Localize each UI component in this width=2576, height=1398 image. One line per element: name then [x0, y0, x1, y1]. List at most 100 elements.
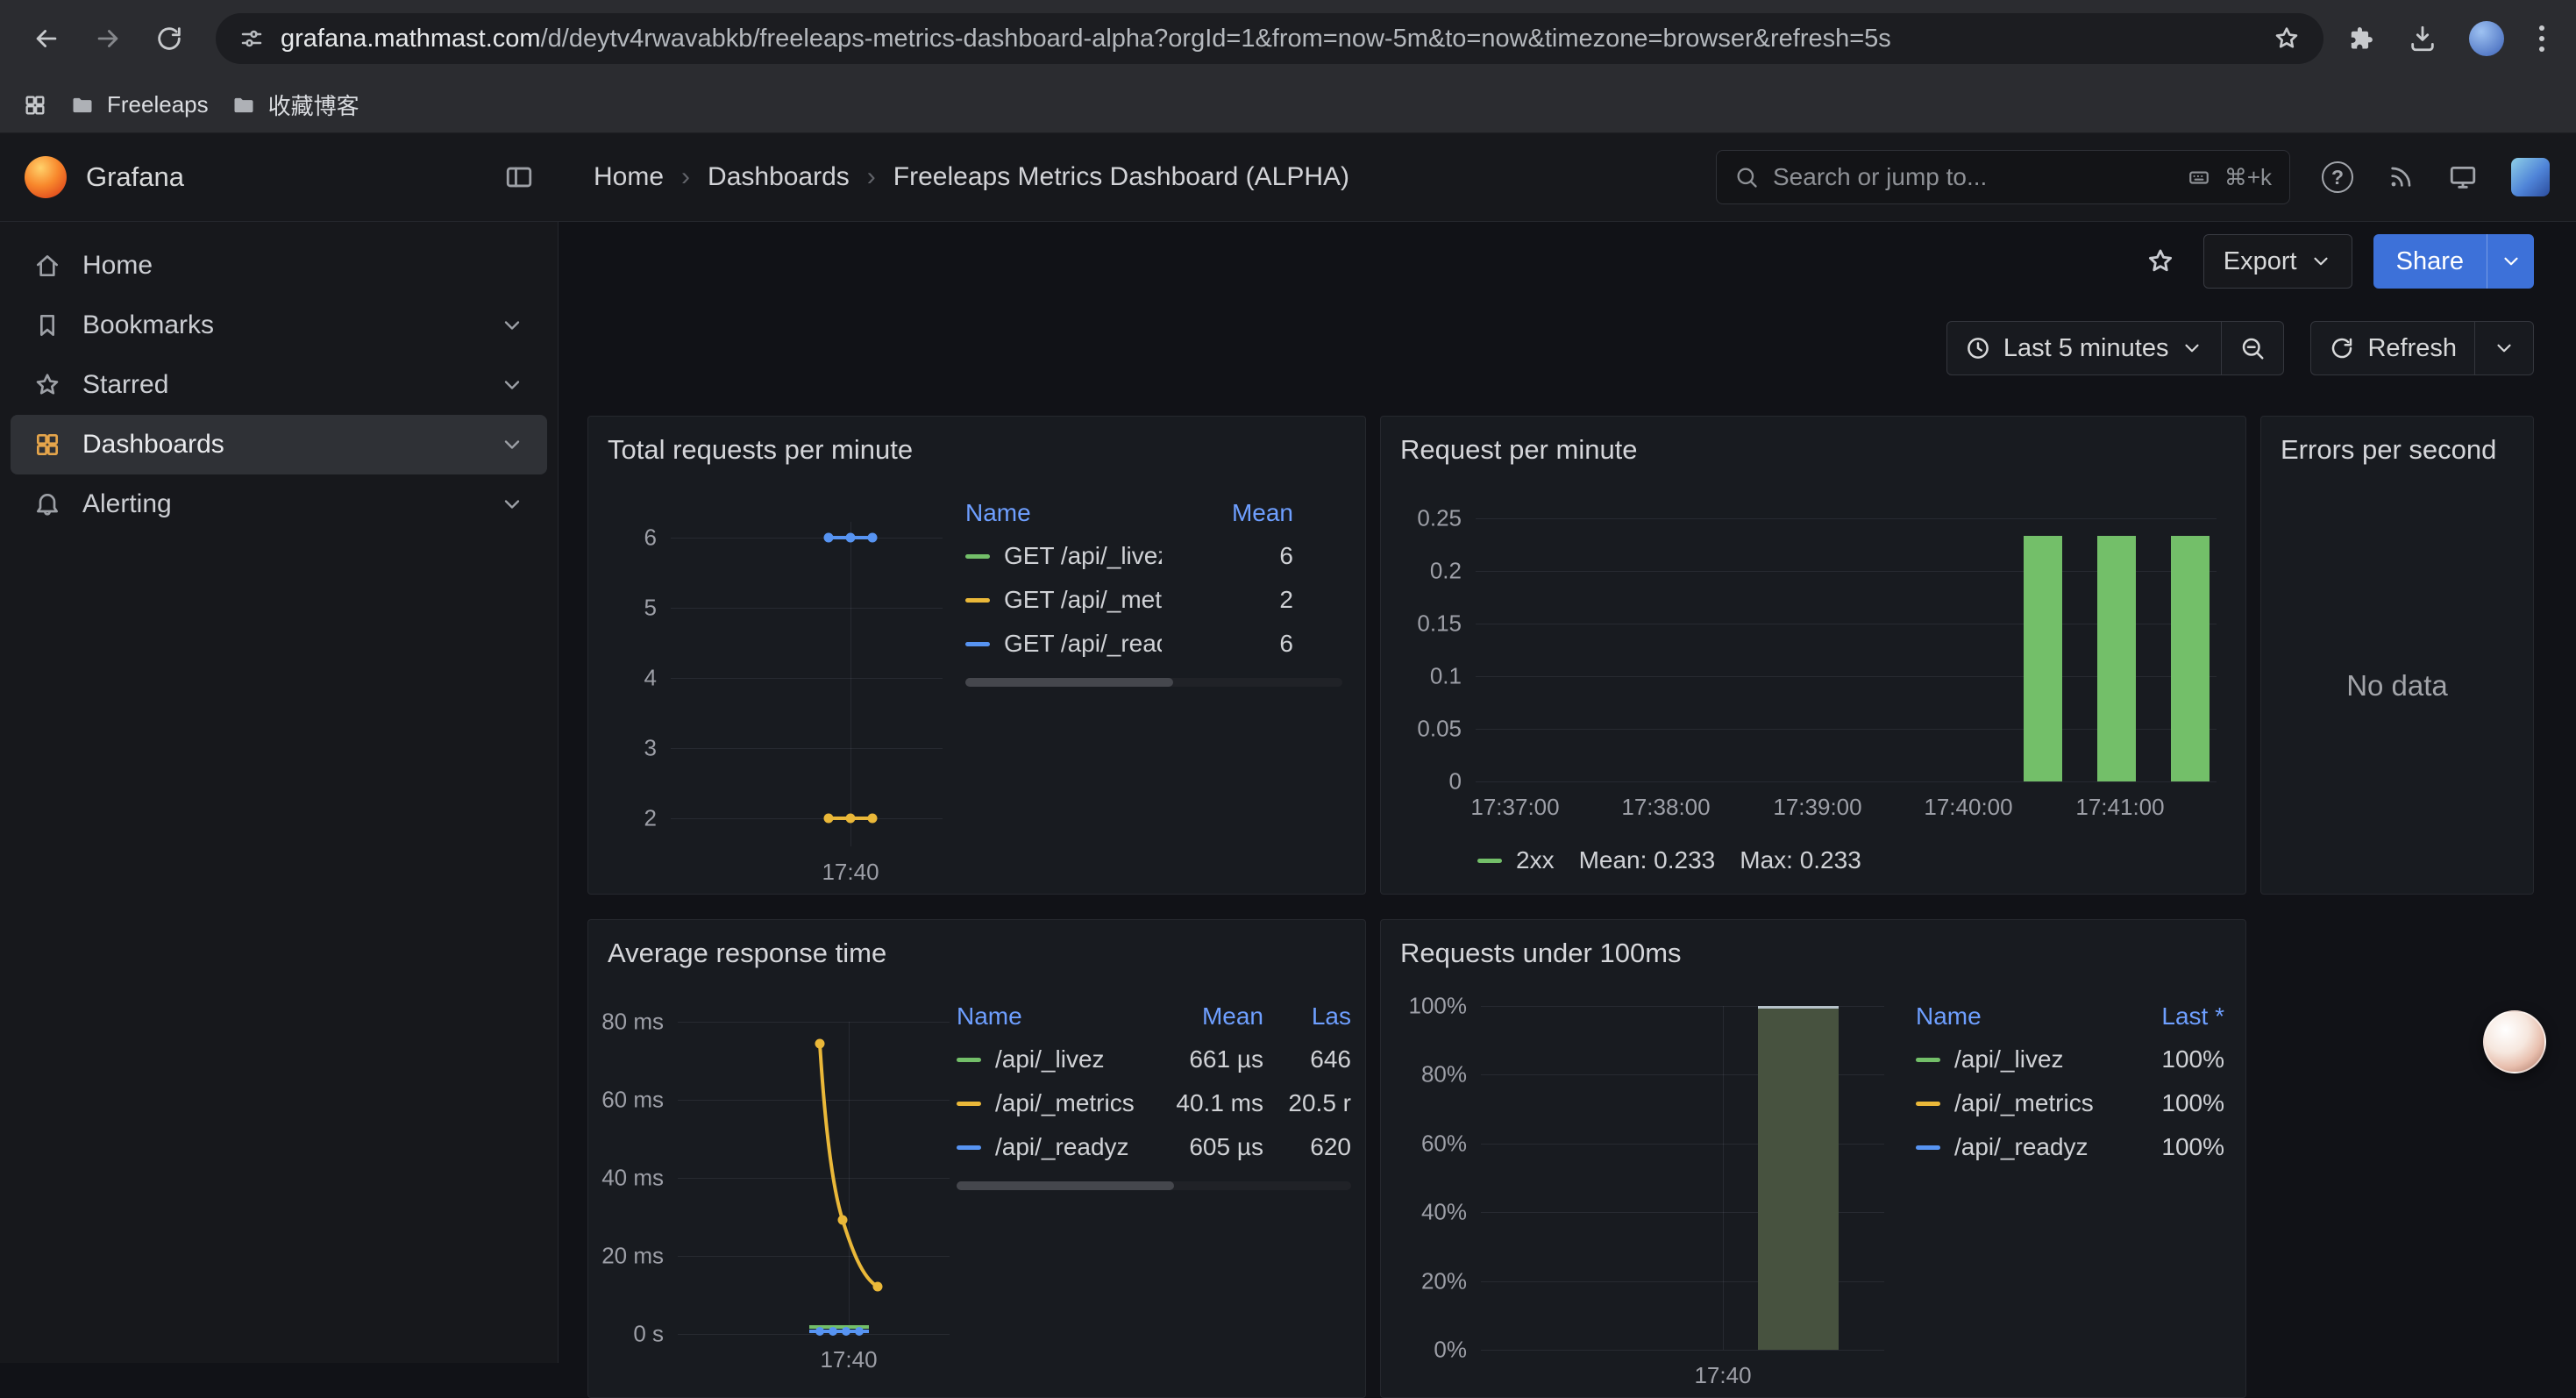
bar-2xx: [2097, 536, 2136, 781]
bookmarks-bar: Freeleaps 收藏博客: [0, 77, 2576, 133]
legend-scrollbar: [965, 678, 1342, 687]
search-box[interactable]: ⌘+k: [1716, 150, 2290, 204]
share-button[interactable]: Share: [2373, 234, 2487, 289]
sidebar-item-bookmarks[interactable]: Bookmarks: [11, 296, 547, 355]
scrollbar-thumb[interactable]: [957, 1181, 1174, 1190]
site-info-icon[interactable]: [238, 25, 265, 52]
chevron-down-icon[interactable]: [500, 373, 524, 397]
floating-assistant-avatar[interactable]: [2483, 1010, 2546, 1073]
grafana-logo[interactable]: [25, 156, 67, 198]
sidebar-item-alerting[interactable]: Alerting: [11, 474, 547, 534]
time-range-picker[interactable]: Last 5 minutes: [1946, 321, 2223, 375]
chevron-down-icon: [2493, 337, 2516, 360]
scrollbar-thumb[interactable]: [965, 678, 1173, 687]
user-avatar[interactable]: [2511, 158, 2550, 196]
panel-title[interactable]: Request per minute: [1381, 417, 2245, 466]
share-dropdown-button[interactable]: [2487, 234, 2534, 289]
legend-row: /api/_livez 100%: [1916, 1038, 2224, 1081]
panel-errors-per-second: Errors per second No data: [2260, 416, 2534, 895]
address-bar[interactable]: grafana.mathmast.com/d/deytv4rwavabkb/fr…: [216, 13, 2323, 64]
bar-2xx: [2024, 536, 2062, 781]
dashboards-grid-icon: [33, 431, 61, 459]
series-mean: 6: [1162, 630, 1293, 658]
no-data-message: No data: [2261, 478, 2533, 894]
search-input[interactable]: [1773, 163, 2174, 191]
forward-icon[interactable]: [84, 15, 132, 62]
browser-menu-icon[interactable]: [2536, 22, 2548, 55]
favorite-star-icon[interactable]: [2138, 239, 2182, 283]
series-name[interactable]: GET /api/_metrics: [1004, 586, 1162, 614]
series-last: 20.5 r: [1263, 1089, 1351, 1117]
series-name[interactable]: /api/_metrics: [1954, 1089, 2128, 1117]
clock-icon: [1965, 335, 1991, 361]
series-name[interactable]: 2xx: [1516, 846, 1555, 874]
x-tick: 17:37:00: [1470, 794, 1559, 821]
refresh-interval-dropdown[interactable]: [2475, 321, 2534, 375]
breadcrumb: Home › Dashboards › Freeleaps Metrics Da…: [594, 162, 1349, 192]
sidebar-item-dashboards[interactable]: Dashboards: [11, 415, 547, 474]
download-icon[interactable]: [2408, 24, 2437, 53]
series-name[interactable]: /api/_livez: [1954, 1045, 2128, 1073]
reload-icon[interactable]: [146, 15, 193, 62]
series-mean: 2: [1162, 586, 1293, 614]
panel-title[interactable]: Average response time: [588, 920, 1365, 969]
legend-header-mean[interactable]: Mean: [1141, 1002, 1263, 1031]
bookmark-folder-blogs[interactable]: 收藏博客: [231, 89, 359, 121]
help-icon[interactable]: ?: [2322, 161, 2353, 193]
legend-header-name[interactable]: Name: [965, 499, 1162, 527]
export-button[interactable]: Export: [2203, 234, 2352, 289]
series-swatch-yellow: [957, 1102, 981, 1106]
browser-profile-avatar[interactable]: [2469, 21, 2504, 56]
news-rss-icon[interactable]: [2387, 163, 2415, 191]
panel-title[interactable]: Total requests per minute: [588, 417, 1365, 466]
home-icon: [33, 252, 61, 280]
series-name[interactable]: /api/_readyz: [1954, 1133, 2128, 1161]
chevron-down-icon: [2500, 250, 2523, 273]
series-name[interactable]: /api/_livez: [995, 1045, 1141, 1073]
series-swatch-green: [965, 554, 990, 559]
breadcrumb-home[interactable]: Home: [594, 162, 664, 192]
series-name[interactable]: GET /api/_readyz: [1004, 630, 1162, 658]
bookmark-star-icon[interactable]: [2273, 25, 2301, 53]
bookmark-folder-freeleaps[interactable]: Freeleaps: [70, 91, 209, 118]
legend-header-last[interactable]: Last *: [2128, 1002, 2224, 1031]
request-rate-chart: 0.25 0.2 0.15 0.1 0.05 0 17:37:00 17:38:…: [1476, 518, 2217, 781]
legend-header-name[interactable]: Name: [1916, 1002, 2128, 1031]
side-panel-grid-icon[interactable]: [23, 93, 47, 118]
breadcrumb-dashboards[interactable]: Dashboards: [708, 162, 850, 192]
legend-row: /api/_readyz 100%: [1916, 1125, 2224, 1169]
monitor-icon[interactable]: [2448, 162, 2478, 192]
share-split-button: Share: [2373, 234, 2534, 289]
series-name[interactable]: GET /api/_livez: [1004, 542, 1162, 570]
sidebar-item-home[interactable]: Home: [11, 236, 547, 296]
x-tick: 17:40: [822, 859, 879, 886]
legend-header-name[interactable]: Name: [957, 1002, 1141, 1031]
search-icon: [1734, 165, 1759, 189]
y-tick: 5: [644, 595, 657, 622]
chevron-down-icon[interactable]: [500, 492, 524, 517]
series-swatch-green: [957, 1058, 981, 1062]
y-tick: 100%: [1409, 993, 1468, 1020]
zoom-out-button[interactable]: [2222, 321, 2284, 375]
sidebar-item-label: Starred: [82, 370, 168, 400]
refresh-button[interactable]: Refresh: [2310, 321, 2475, 375]
legend-header-last[interactable]: Las: [1263, 1002, 1351, 1031]
mega-menu-toggle-icon[interactable]: [504, 162, 534, 192]
sidebar-item-starred[interactable]: Starred: [11, 355, 547, 415]
bell-icon: [33, 490, 61, 518]
panel-title[interactable]: Requests under 100ms: [1381, 920, 2245, 969]
legend-row: GET /api/_readyz 6: [965, 622, 1342, 666]
series-last: 100%: [2128, 1045, 2224, 1073]
series-name[interactable]: /api/_metrics: [995, 1089, 1141, 1117]
series-name[interactable]: /api/_readyz: [995, 1133, 1141, 1161]
series-swatch-green: [1916, 1058, 1940, 1062]
keyboard-icon: [2188, 166, 2210, 189]
panel-title[interactable]: Errors per second: [2261, 417, 2533, 466]
mega-menu-sidebar: Home Bookmarks Starred Dashboards Alerti…: [0, 222, 559, 1363]
back-icon[interactable]: [23, 15, 70, 62]
legend-header-mean[interactable]: Mean: [1162, 499, 1293, 527]
extensions-icon[interactable]: [2346, 24, 2376, 53]
chevron-down-icon[interactable]: [500, 313, 524, 338]
chevron-down-icon[interactable]: [500, 432, 524, 457]
series-max: Max: 0.233: [1740, 846, 1861, 874]
